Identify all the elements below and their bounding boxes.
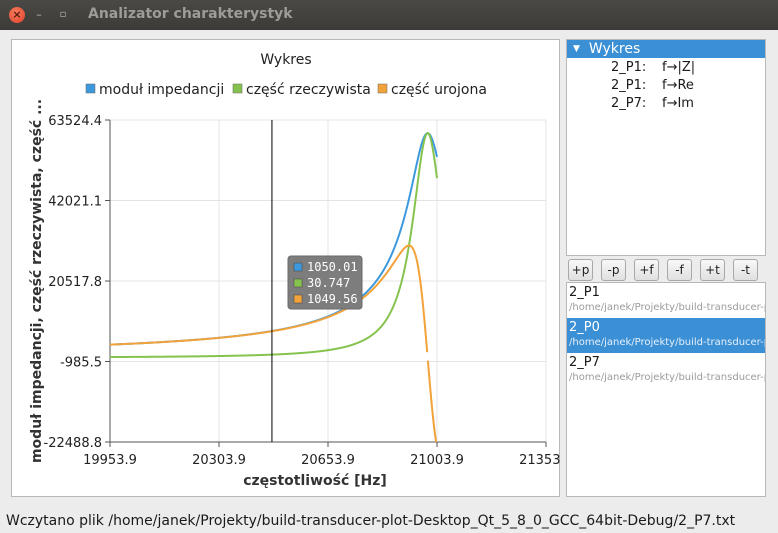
legend-label: część rzeczywista [246, 82, 371, 98]
x-axis-label: częstotliwość [Hz] [243, 473, 387, 489]
y-tick-label: -22488.8 [44, 436, 102, 451]
series-line [110, 132, 438, 359]
y-tick-label: 20517.8 [48, 275, 102, 290]
tooltip-value: 1049.56 [307, 292, 358, 306]
x-tick-label: 19953.9 [83, 453, 137, 468]
tooltip-value: 1050.01 [307, 260, 358, 274]
file-path: /home/janek/Projekty/build-transducer-pl… [569, 302, 765, 313]
tree-header-label: Wykres [588, 41, 641, 57]
status-bar: Wczytano plik /home/janek/Projekty/build… [6, 513, 736, 529]
tree-item[interactable]: 2_P7: f→Im [567, 94, 765, 112]
chart-panel[interactable]: Wykres moduł impedancji część rzeczywista c… [11, 39, 561, 498]
file-list-item-selected[interactable]: 2_P0 /home/janek/Projekty/build-transduc… [567, 318, 765, 353]
add-plot-button[interactable]: +p [568, 259, 593, 281]
file-path: /home/janek/Projekty/build-transducer-pl… [569, 372, 765, 383]
file-list[interactable]: 2_P1 /home/janek/Projekty/build-transduc… [566, 282, 766, 497]
chart-title: Wykres [260, 52, 311, 68]
restore-icon[interactable]: ▫ [55, 7, 71, 23]
tree-item[interactable]: 2_P1: f→Re [567, 76, 765, 94]
window-title: Analizator charakterystyk [88, 6, 293, 22]
y-tick-label: -985.5 [60, 356, 102, 371]
x-tick-label: 21003.9 [410, 453, 464, 468]
tree-item-value: f→Im [662, 95, 694, 111]
plot-tree[interactable]: ▼ Wykres 2_P1: f→|Z| 2_P1: f→Re 2_P7: f→… [566, 39, 766, 256]
tree-item-value: f→Re [662, 77, 694, 93]
tooltip-marker [293, 294, 303, 304]
tree-item-value: f→|Z| [662, 59, 696, 75]
file-name: 2_P0 [569, 320, 600, 335]
tree-item-name: 2_P1: [611, 59, 647, 75]
legend-label: część urojona [391, 82, 487, 98]
file-name: 2_P7 [569, 355, 600, 370]
tree-item[interactable]: 2_P1: f→|Z| [567, 58, 765, 76]
remove-tab-button[interactable]: -t [733, 259, 758, 281]
tooltip-marker [293, 278, 303, 288]
y-axis-label: moduł impedancji, część rzeczywista, czę… [29, 99, 45, 463]
add-tab-button[interactable]: +t [700, 259, 725, 281]
file-list-item[interactable]: 2_P7 /home/janek/Projekty/build-transduc… [567, 353, 765, 388]
file-name: 2_P1 [569, 285, 600, 300]
tree-header[interactable]: ▼ Wykres [567, 40, 765, 58]
y-tick-label: 42021.1 [48, 195, 102, 210]
chart-svg[interactable]: Wykres moduł impedancji część rzeczywista c… [12, 40, 561, 498]
tree-item-name: 2_P7: [611, 95, 647, 111]
legend-label: moduł impedancji [99, 82, 224, 98]
tree-item-name: 2_P1: [611, 77, 647, 93]
title-bar: × – ▫ Analizator charakterystyk [0, 0, 778, 30]
series-line [110, 244, 438, 442]
tooltip-value: 30.747 [307, 276, 350, 290]
remove-plot-button[interactable]: -p [601, 259, 626, 281]
legend-marker [377, 83, 388, 94]
x-tick-label: 20653.9 [301, 453, 355, 468]
file-list-item[interactable]: 2_P1 /home/janek/Projekty/build-transduc… [567, 283, 765, 318]
y-tick-label: 63524.4 [48, 114, 102, 129]
legend-marker [232, 83, 243, 94]
minimize-icon[interactable]: – [31, 7, 47, 23]
tooltip-marker [293, 262, 303, 272]
file-path: /home/janek/Projekty/build-transducer-pl… [569, 337, 765, 348]
close-icon[interactable]: × [9, 7, 25, 23]
add-function-button[interactable]: +f [634, 259, 659, 281]
legend-marker [85, 83, 96, 94]
expand-triangle-icon[interactable]: ▼ [573, 44, 580, 54]
series-line [110, 132, 438, 346]
toolbar: +p -p +f -f +t -t [566, 259, 766, 281]
x-tick-label: 20303.9 [192, 453, 246, 468]
remove-function-button[interactable]: -f [667, 259, 692, 281]
x-tick-label: 21353.9 [519, 453, 561, 468]
